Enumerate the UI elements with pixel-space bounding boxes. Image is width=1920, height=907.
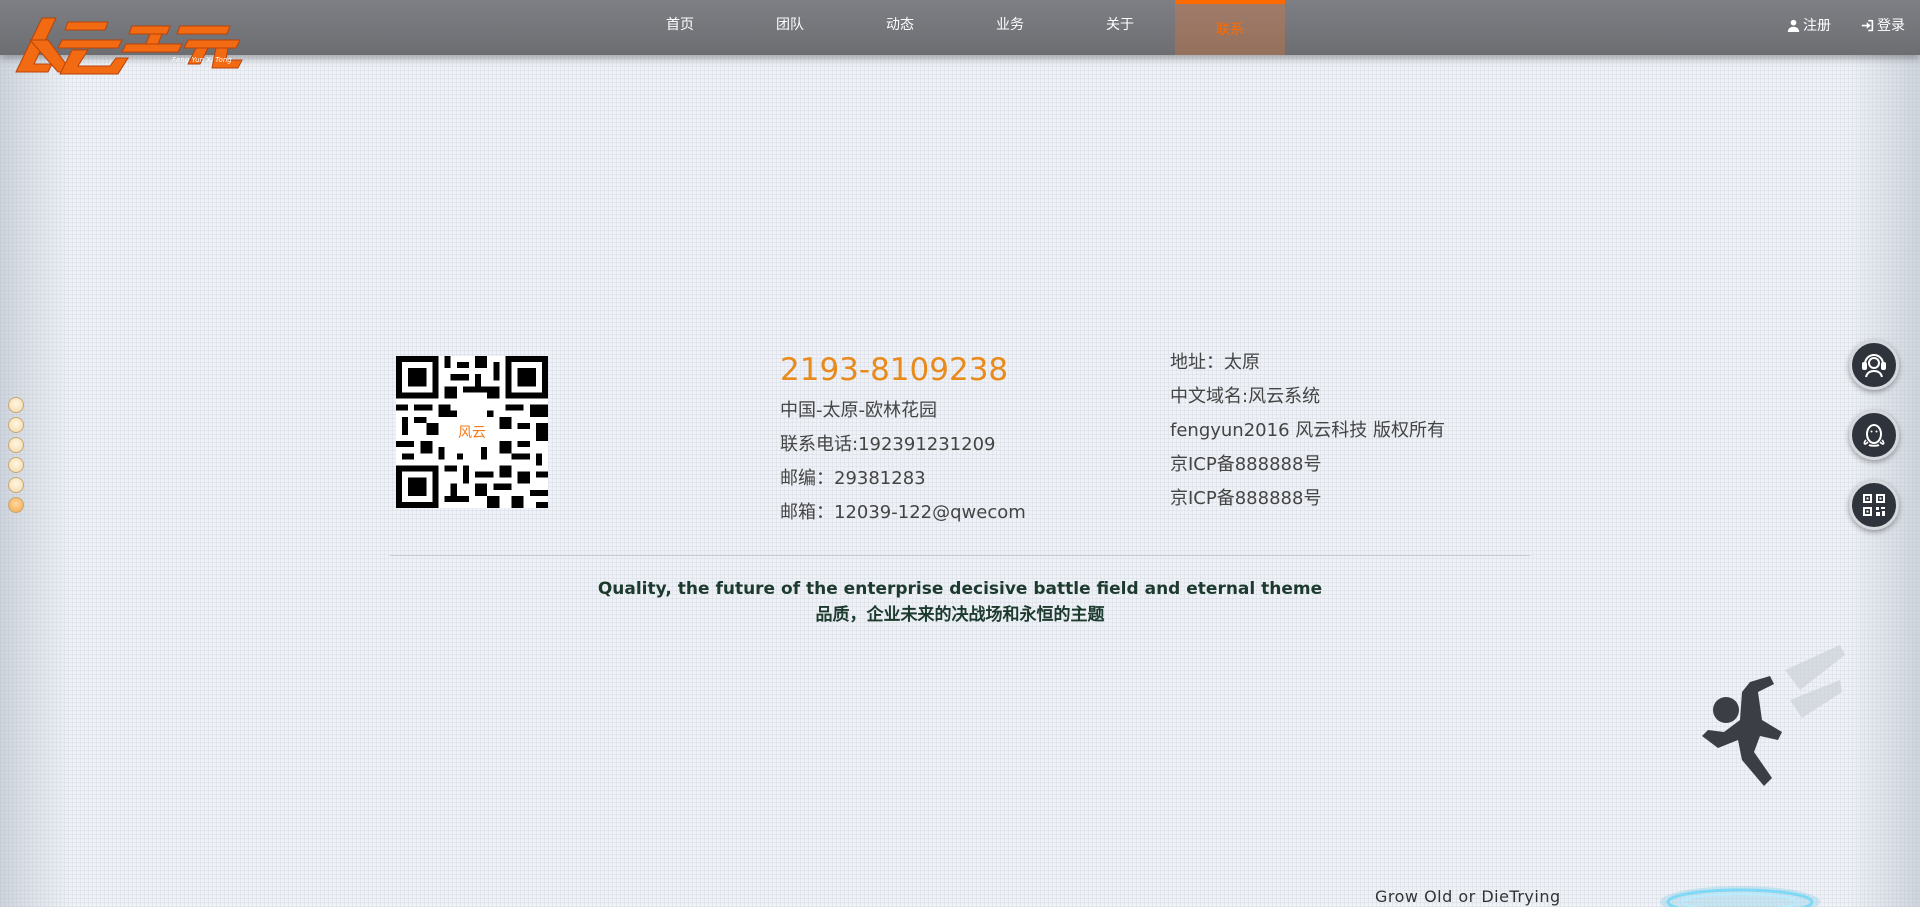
login-label: 登录: [1877, 18, 1905, 34]
pager-dot[interactable]: [8, 477, 24, 493]
nav-item-business[interactable]: 业务: [955, 0, 1065, 55]
top-navigation-bar: Feng Yun Xi Tong 首页 团队 动态 业务 关于 联系 注册 登录: [0, 0, 1920, 75]
hotline-number: 2193-8109238: [780, 352, 1009, 388]
qr-code-icon: [1863, 494, 1885, 516]
sign-in-icon: [1861, 19, 1874, 31]
register-label: 注册: [1803, 18, 1831, 34]
pager-dot[interactable]: [8, 457, 24, 473]
footer-divider: [390, 555, 1530, 556]
qr-center-label: 风云: [454, 420, 490, 444]
pager-dot[interactable]: [8, 417, 24, 433]
motto-english: Quality, the future of the enterprise de…: [597, 579, 1323, 599]
main-nav: 首页 团队 动态 业务 关于 联系: [625, 0, 1285, 55]
qq-button[interactable]: [1849, 410, 1899, 460]
jumping-figure-illustration: [1702, 645, 1845, 786]
info-copyright: fengyun2016 风云科技 版权所有: [1170, 420, 1445, 441]
info-icp-1: 京ICP备888888号: [1170, 454, 1322, 475]
company-address: 中国-太原-欧林花园: [780, 400, 937, 421]
nav-item-news[interactable]: 动态: [845, 0, 955, 55]
floating-contact-buttons: [1849, 340, 1899, 530]
contact-email: 邮箱：12039-122@qwecom: [780, 502, 1026, 523]
nav-item-about[interactable]: 关于: [1065, 0, 1175, 55]
section-pager: [8, 397, 24, 513]
qq-icon: [1863, 424, 1885, 447]
account-links: 注册 登录: [1787, 0, 1905, 50]
pager-dot-current[interactable]: [8, 497, 24, 513]
site-info: 地址：太原 中文域名:风云系统 fengyun2016 风云科技 版权所有 京I…: [1170, 346, 1445, 516]
customer-service-icon: [1862, 354, 1886, 378]
pager-dot[interactable]: [8, 397, 24, 413]
contact-phone: 联系电话:192391231209: [780, 434, 996, 455]
info-icp-2: 京ICP备888888号: [1170, 488, 1322, 509]
postcode: 邮编：29381283: [780, 468, 926, 489]
glowing-portal-decoration: [1660, 886, 1820, 907]
motto-chinese: 品质，企业未来的决战场和永恒的主题: [815, 605, 1105, 625]
company-motto: Quality, the future of the enterprise de…: [390, 576, 1530, 628]
svg-text:Feng Yun Xi Tong: Feng Yun Xi Tong: [172, 56, 232, 64]
pager-dot[interactable]: [8, 437, 24, 453]
slogan-text: Grow Old or DieTrying: [1375, 887, 1561, 906]
register-link[interactable]: 注册: [1787, 15, 1831, 35]
brand-logo[interactable]: Feng Yun Xi Tong: [12, 10, 252, 78]
nav-item-contact[interactable]: 联系: [1175, 0, 1285, 55]
contact-details: 2193-8109238 中国-太原-欧林花园 联系电话:19239123120…: [780, 346, 1026, 530]
nav-item-team[interactable]: 团队: [735, 0, 845, 55]
info-address: 地址：太原: [1170, 352, 1260, 373]
wechat-qr-code: 风云: [396, 356, 548, 508]
nav-item-home[interactable]: 首页: [625, 0, 735, 55]
info-domain: 中文域名:风云系统: [1170, 386, 1321, 407]
qr-code-button[interactable]: [1849, 480, 1899, 530]
login-link[interactable]: 登录: [1861, 15, 1905, 35]
user-icon: [1787, 19, 1800, 32]
customer-service-button[interactable]: [1849, 340, 1899, 390]
